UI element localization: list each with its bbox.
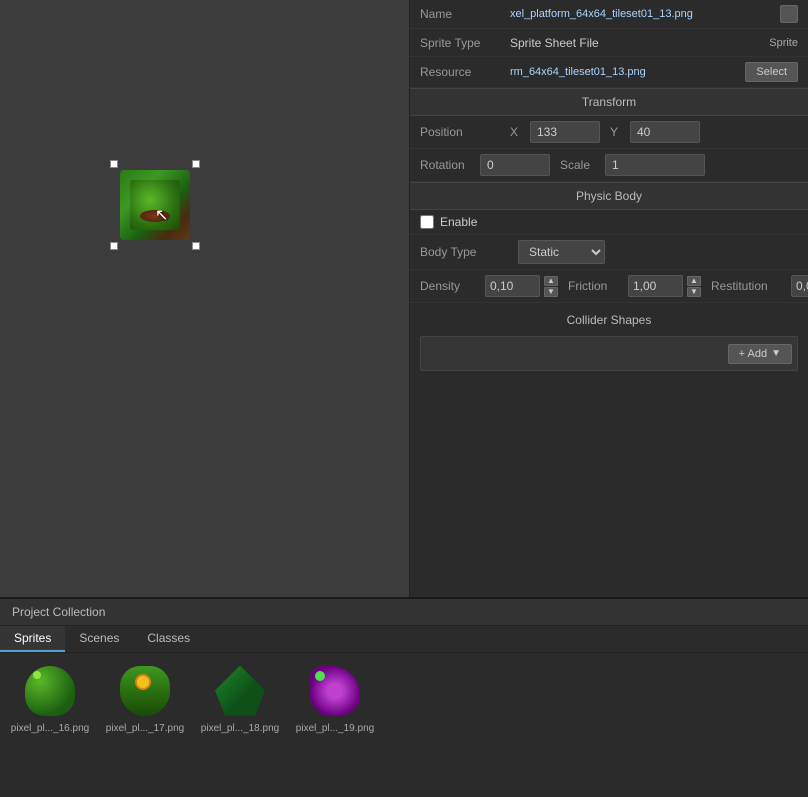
position-label: Position — [420, 125, 510, 139]
sprite-selection[interactable]: ↖ — [110, 160, 200, 250]
asset-img-18 — [210, 663, 270, 718]
transform-section-header: Transform — [410, 88, 808, 116]
name-label: Name — [420, 7, 510, 21]
rotation-group: Rotation — [420, 154, 550, 176]
density-down[interactable]: ▼ — [544, 287, 558, 297]
restitution-input[interactable] — [791, 275, 808, 297]
body-type-label: Body Type — [420, 245, 510, 259]
handle-top-left[interactable] — [110, 160, 118, 168]
tabs-row: Sprites Scenes Classes — [0, 626, 808, 653]
resource-label: Resource — [420, 65, 510, 79]
asset-label-19: pixel_pl..._19.png — [296, 723, 374, 734]
asset-label-17: pixel_pl..._17.png — [106, 723, 184, 734]
canvas-panel: ↖ — [0, 0, 410, 597]
add-arrow-icon: ▼ — [771, 348, 781, 359]
collider-content: + Add ▼ — [420, 336, 798, 371]
density-spinner: ▲ ▼ — [485, 275, 558, 297]
position-row: Position X Y — [410, 116, 808, 149]
body-type-select[interactable]: Static Dynamic Kinematic — [518, 240, 605, 264]
scale-input[interactable] — [605, 154, 705, 176]
asset-label-18: pixel_pl..._18.png — [201, 723, 279, 734]
density-input[interactable] — [485, 275, 540, 297]
sprite-16-visual — [25, 666, 75, 716]
asset-img-17 — [115, 663, 175, 718]
x-label: X — [510, 125, 525, 139]
sprite-type-row: Sprite Type Sprite Sheet File Sprite — [410, 29, 808, 57]
collider-header: Collider Shapes — [420, 308, 798, 332]
scale-label: Scale — [560, 158, 600, 172]
sprite-18-visual — [215, 666, 265, 716]
sprite-side-label: Sprite — [769, 37, 798, 49]
name-value: xel_platform_64x64_tileset01_13.png — [510, 8, 774, 20]
enable-label[interactable]: Enable — [420, 215, 477, 229]
restitution-spinner: ▲ ▼ — [791, 275, 808, 297]
scale-group: Scale — [560, 154, 705, 176]
sprite-type-label: Sprite Type — [420, 36, 510, 50]
enable-row: Enable — [410, 210, 808, 235]
body-type-row: Body Type Static Dynamic Kinematic — [410, 235, 808, 270]
density-friction-row: Density ▲ ▼ Friction ▲ ▼ Restitution — [410, 270, 808, 303]
friction-arrows: ▲ ▼ — [687, 276, 701, 297]
sprite-image: ↖ — [120, 170, 190, 240]
select-button[interactable]: Select — [745, 62, 798, 82]
properties-panel: Name xel_platform_64x64_tileset01_13.png… — [410, 0, 808, 597]
handle-top-right[interactable] — [192, 160, 200, 168]
resource-value: rm_64x64_tileset01_13.png — [510, 66, 745, 78]
rotation-scale-row: Rotation Scale — [410, 149, 808, 182]
y-field-group: Y — [610, 121, 700, 143]
handle-bottom-right[interactable] — [192, 242, 200, 250]
handle-bottom-left[interactable] — [110, 242, 118, 250]
tab-scenes[interactable]: Scenes — [65, 626, 133, 652]
sprite-type-value: Sprite Sheet File — [510, 36, 761, 50]
density-label: Density — [420, 279, 475, 293]
canvas-content: ↖ — [0, 0, 409, 597]
rotation-label: Rotation — [420, 158, 475, 172]
tab-classes[interactable]: Classes — [133, 626, 204, 652]
friction-label: Friction — [568, 279, 618, 293]
rotation-input[interactable] — [480, 154, 550, 176]
density-arrows: ▲ ▼ — [544, 276, 558, 297]
collider-section: Collider Shapes + Add ▼ — [410, 303, 808, 376]
physic-body-section-header: Physic Body — [410, 182, 808, 210]
density-up[interactable]: ▲ — [544, 276, 558, 286]
friction-spinner: ▲ ▼ — [628, 275, 701, 297]
x-field-group: X — [510, 121, 600, 143]
x-input[interactable] — [530, 121, 600, 143]
asset-img-19 — [305, 663, 365, 718]
sprite-19-visual — [310, 666, 360, 716]
name-row: Name xel_platform_64x64_tileset01_13.png — [410, 0, 808, 29]
cursor-icon: ↖ — [155, 205, 171, 221]
asset-item-19[interactable]: pixel_pl..._19.png — [295, 663, 375, 734]
restitution-label: Restitution — [711, 279, 781, 293]
asset-img-16 — [20, 663, 80, 718]
tab-sprites[interactable]: Sprites — [0, 626, 65, 652]
resource-row: Resource rm_64x64_tileset01_13.png Selec… — [410, 57, 808, 88]
y-label: Y — [610, 125, 625, 139]
project-header: Project Collection — [0, 599, 808, 626]
asset-label-16: pixel_pl..._16.png — [11, 723, 89, 734]
asset-item-18[interactable]: pixel_pl..._18.png — [200, 663, 280, 734]
friction-down[interactable]: ▼ — [687, 287, 701, 297]
bottom-panel: Project Collection Sprites Scenes Classe… — [0, 597, 808, 797]
y-input[interactable] — [630, 121, 700, 143]
sprite-file-icon[interactable] — [780, 5, 798, 23]
assets-grid: pixel_pl..._16.png pixel_pl..._17.png pi… — [0, 653, 808, 744]
sprite-17-visual — [120, 666, 170, 716]
asset-item-17[interactable]: pixel_pl..._17.png — [105, 663, 185, 734]
friction-input[interactable] — [628, 275, 683, 297]
friction-up[interactable]: ▲ — [687, 276, 701, 286]
add-button[interactable]: + Add ▼ — [728, 344, 792, 364]
asset-item-16[interactable]: pixel_pl..._16.png — [10, 663, 90, 734]
enable-checkbox[interactable] — [420, 215, 434, 229]
